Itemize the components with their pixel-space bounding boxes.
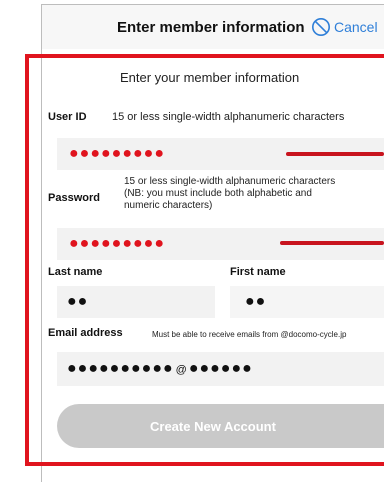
user-id-label: User ID bbox=[48, 111, 87, 123]
email-domain-part: ●●●●●● bbox=[188, 360, 253, 377]
first-name-field[interactable]: ●● bbox=[230, 286, 384, 318]
callout-arrow-password bbox=[280, 241, 384, 245]
page-title: Enter member information bbox=[117, 19, 305, 36]
last-name-field[interactable]: ●● bbox=[57, 286, 215, 318]
screen: Enter member information Cancel Enter yo… bbox=[0, 0, 384, 482]
navigation-bar: Enter member information Cancel bbox=[42, 5, 384, 49]
email-hint: Must be able to receive emails from @doc… bbox=[152, 330, 347, 339]
email-local-part: ●●●●●●●●●● bbox=[67, 360, 174, 377]
cancel-label: Cancel bbox=[334, 19, 378, 35]
cancel-circle-icon bbox=[312, 18, 330, 36]
email-at-sign: @ bbox=[175, 364, 187, 376]
password-hint: 15 or less single-width alphanumeric cha… bbox=[124, 176, 336, 211]
create-account-button[interactable]: Create New Account bbox=[57, 404, 384, 448]
cancel-button[interactable]: Cancel bbox=[311, 16, 378, 38]
password-label: Password bbox=[48, 192, 100, 204]
email-field[interactable]: ●●●●●●●●●● @ ●●●●●● bbox=[57, 352, 384, 386]
last-name-value: ●● bbox=[67, 293, 89, 310]
first-name-value: ●● bbox=[245, 293, 267, 310]
first-name-label: First name bbox=[230, 266, 286, 278]
email-label: Email address bbox=[48, 327, 123, 339]
password-value: ●●●●●●●●● bbox=[69, 235, 165, 252]
last-name-label: Last name bbox=[48, 266, 103, 278]
callout-arrow-user-id bbox=[286, 152, 384, 156]
user-id-value: ●●●●●●●●● bbox=[69, 145, 165, 162]
user-id-hint: 15 or less single-width alphanumeric cha… bbox=[112, 111, 345, 123]
form-heading: Enter your member information bbox=[120, 70, 300, 85]
